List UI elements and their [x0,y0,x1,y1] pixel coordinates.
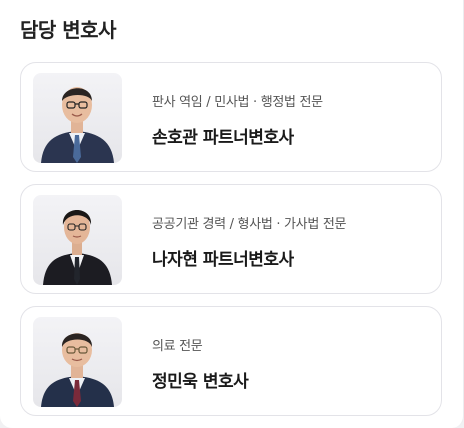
lawyer-card[interactable]: 의료 전문 정민욱 변호사 [20,306,442,416]
lawyer-photo [33,195,122,285]
lawyer-name: 정민욱 변호사 [152,372,249,392]
lawyer-name: 나자현 파트너변호사 [152,250,294,270]
section-title: 담당 변호사 [20,18,116,42]
lawyer-specialty: 공공기관 경력 / 형사법 · 가사법 전문 [152,217,347,232]
lawyer-panel: 담당 변호사 판사 역임 / 민사법 · 행정법 전문 손호관 파트너변호사 공… [0,0,464,428]
lawyer-card[interactable]: 공공기관 경력 / 형사법 · 가사법 전문 나자현 파트너변호사 [20,184,442,294]
lawyer-photo [33,317,122,407]
lawyer-specialty: 의료 전문 [152,339,203,354]
lawyer-name: 손호관 파트너변호사 [152,128,294,148]
lawyer-card[interactable]: 판사 역임 / 민사법 · 행정법 전문 손호관 파트너변호사 [20,62,442,172]
lawyer-specialty: 판사 역임 / 민사법 · 행정법 전문 [152,95,323,110]
lawyer-photo [33,73,122,163]
